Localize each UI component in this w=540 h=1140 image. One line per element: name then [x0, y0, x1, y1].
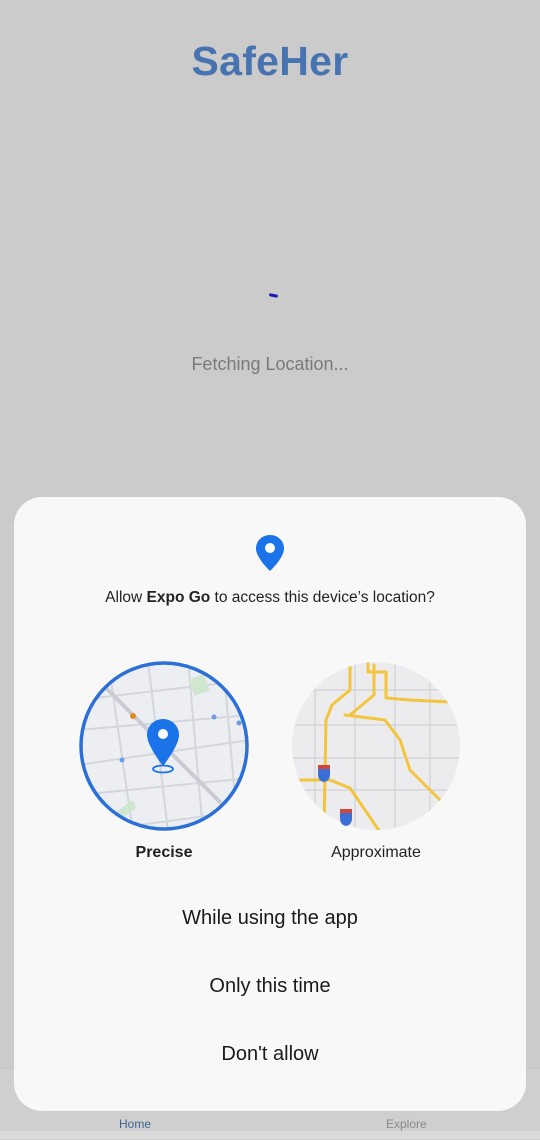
- approximate-map-icon: [292, 662, 460, 830]
- dont-allow-button[interactable]: Don't allow: [14, 1043, 526, 1066]
- loading-spinner: [268, 293, 279, 298]
- tab-home[interactable]: Home: [119, 1117, 151, 1131]
- location-permission-dialog: Allow Expo Go to access this device’s lo…: [14, 497, 526, 1111]
- location-pin-icon: [256, 535, 284, 571]
- message-suffix: to access this device’s location?: [210, 589, 435, 606]
- approximate-label: Approximate: [331, 844, 421, 861]
- system-nav-strip: [0, 1131, 540, 1139]
- requesting-app-name: Expo Go: [146, 589, 211, 606]
- message-prefix: Allow: [105, 589, 147, 606]
- status-text: Fetching Location...: [191, 354, 349, 374]
- dialog-message: Allow Expo Go to access this device’s lo…: [14, 589, 526, 607]
- while-using-app-button[interactable]: While using the app: [14, 907, 526, 930]
- only-this-time-button[interactable]: Only this time: [14, 975, 526, 998]
- app-title: SafeHer: [191, 38, 349, 84]
- approximate-option[interactable]: Approximate: [290, 660, 462, 866]
- precise-label: Precise: [135, 844, 193, 861]
- precise-map-icon: [79, 661, 249, 831]
- tab-explore[interactable]: Explore: [386, 1117, 427, 1131]
- precise-option[interactable]: Precise: [78, 660, 250, 866]
